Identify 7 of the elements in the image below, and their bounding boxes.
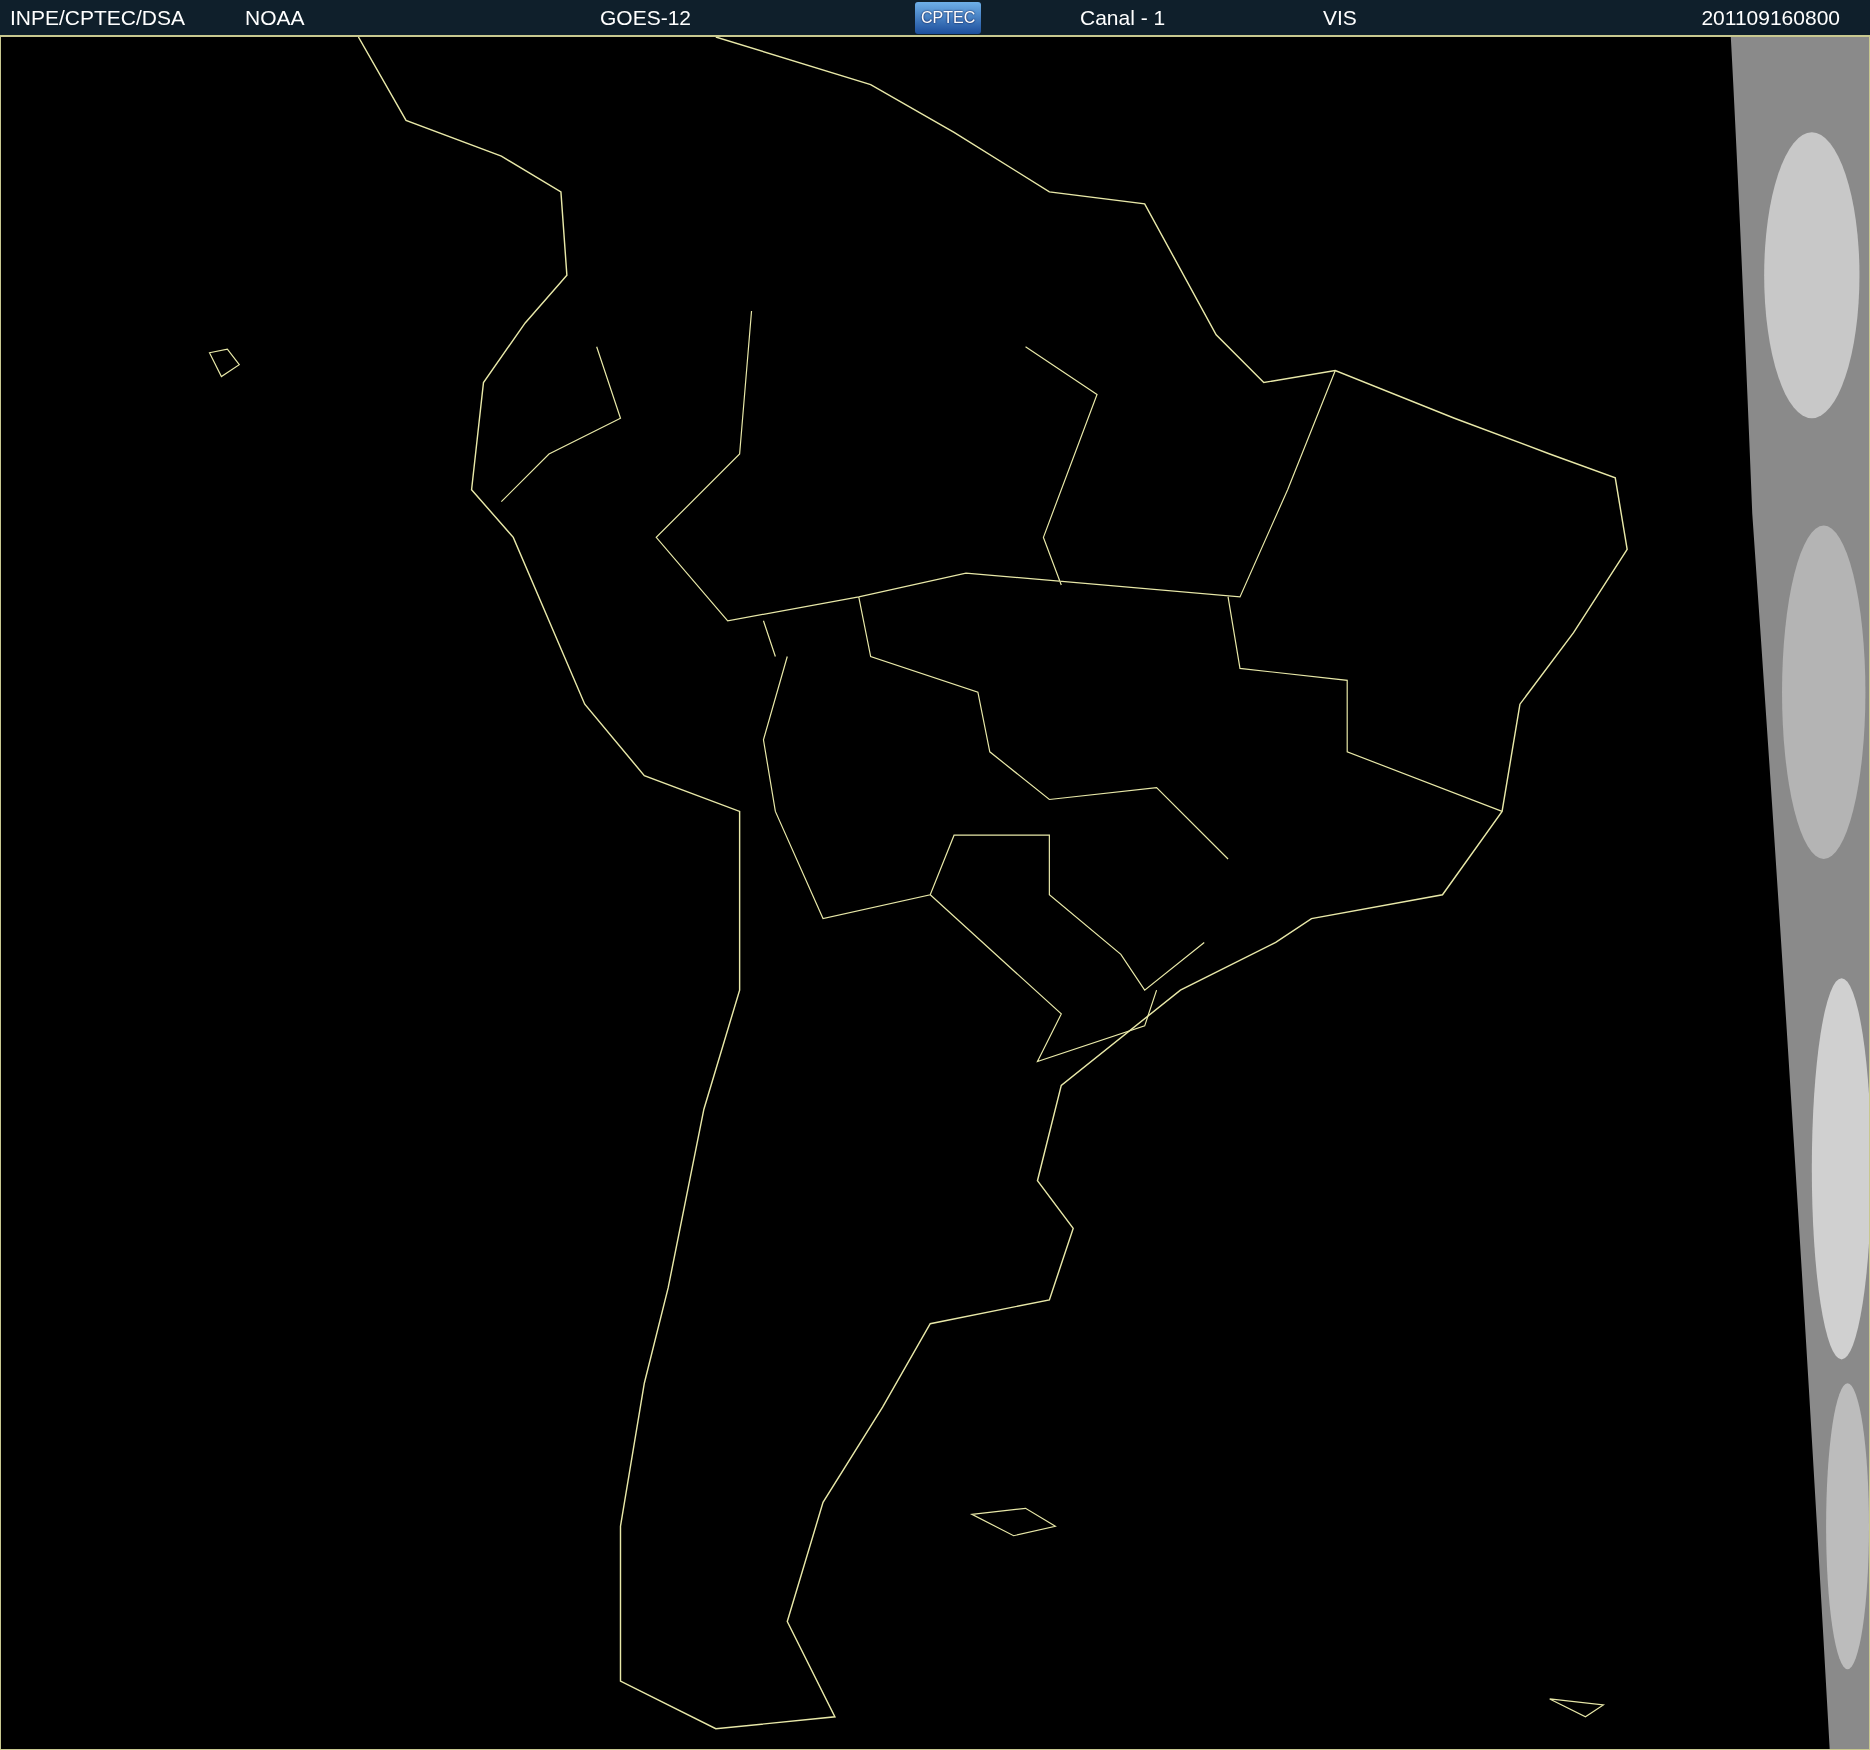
- logo: CPTEC: [915, 1, 982, 34]
- header-label: VIS: [1323, 5, 1357, 30]
- header-label: INPE/CPTEC/DSA: [10, 5, 186, 30]
- header-label: NOAA: [245, 5, 305, 30]
- header-label: GOES-12: [600, 5, 692, 30]
- header-label: Canal - 1: [1080, 5, 1166, 30]
- header-label: 201109160800: [1701, 5, 1840, 30]
